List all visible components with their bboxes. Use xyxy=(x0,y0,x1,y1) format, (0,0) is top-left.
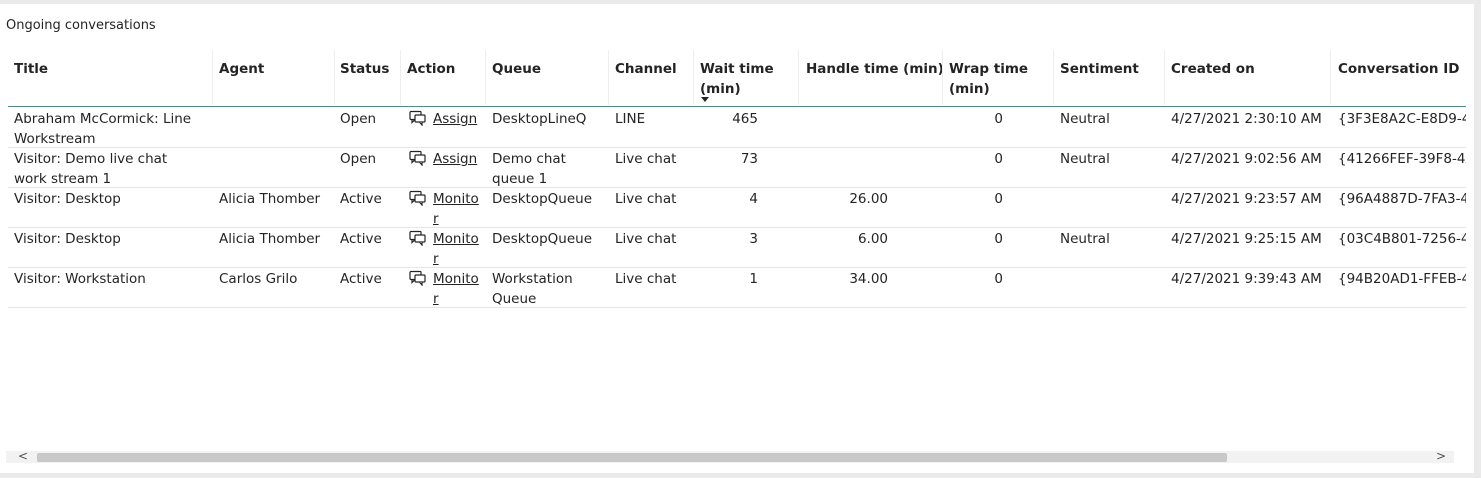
ongoing-conversations-panel: Ongoing conversations Title Agent Status… xyxy=(0,4,1474,473)
column-header-handle-time[interactable]: Handle time (min) xyxy=(806,59,944,79)
cell-created: 4/27/2021 9:23:57 AM xyxy=(1171,191,1322,207)
cell-created: 4/27/2021 2:30:10 AM xyxy=(1171,111,1322,127)
panel-title: Ongoing conversations xyxy=(6,18,156,33)
cell-convid: {41266FEF-39F8-4A3 xyxy=(1338,151,1466,167)
cell-convid: {96A4887D-7FA3-4F xyxy=(1338,191,1466,207)
action-link-monitor[interactable]: Monitor xyxy=(433,189,481,229)
table-row[interactable]: Abraham McCormick: Line Workstream Open De… xyxy=(8,107,1466,148)
cell-queue: DesktopQueue xyxy=(492,231,593,247)
column-divider xyxy=(1053,50,1054,105)
cell-handle: 34.00 xyxy=(849,271,888,287)
column-header-status[interactable]: Status xyxy=(340,59,389,79)
table-header: Title Agent Status Action Queue Channel … xyxy=(8,50,1466,107)
column-divider xyxy=(1330,50,1331,105)
cell-status: Active xyxy=(340,231,382,247)
cell-sentiment: Neutral xyxy=(1060,111,1110,127)
cell-convid: {3F3E8A2C-E8D9-47 xyxy=(1338,111,1466,127)
scrollbar-thumb[interactable] xyxy=(37,453,1227,462)
cell-handle: 26.00 xyxy=(849,191,888,207)
cell-title: Visitor: Demo live chat work stream 1 xyxy=(14,151,168,187)
cell-title: Visitor: Workstation xyxy=(14,271,146,287)
conversation-monitor-icon[interactable] xyxy=(409,270,426,287)
cell-convid: {94B20AD1-FFEB-44 xyxy=(1338,271,1466,287)
cell-channel: LINE xyxy=(615,111,646,127)
column-header-conversation-id[interactable]: Conversation ID xyxy=(1338,59,1459,79)
column-header-title[interactable]: Title xyxy=(14,59,48,79)
column-divider xyxy=(942,50,943,105)
column-header-sentiment[interactable]: Sentiment xyxy=(1060,59,1139,79)
column-divider xyxy=(400,50,401,105)
column-divider xyxy=(334,50,335,105)
cell-wrap: 0 xyxy=(994,271,1003,287)
cell-wait: 3 xyxy=(749,231,758,247)
column-header-wrap-time[interactable]: Wrap time (min) xyxy=(949,59,1031,99)
action-link-assign[interactable]: Assign xyxy=(433,149,481,169)
conversation-monitor-icon[interactable] xyxy=(409,150,426,167)
conversation-monitor-icon[interactable] xyxy=(409,190,426,207)
cell-title: Visitor: Desktop xyxy=(14,191,121,207)
cell-wrap: 0 xyxy=(994,111,1003,127)
cell-handle: 6.00 xyxy=(857,231,888,247)
cell-sentiment: Neutral xyxy=(1060,231,1110,247)
column-header-queue[interactable]: Queue xyxy=(492,59,541,79)
sort-descending-icon xyxy=(701,97,709,102)
column-divider xyxy=(798,50,799,105)
cell-channel: Live chat xyxy=(615,231,677,247)
table-row[interactable]: Visitor: Demo live chat work stream 1 Ope… xyxy=(8,147,1466,188)
cell-title: Visitor: Desktop xyxy=(14,231,121,247)
cell-created: 4/27/2021 9:25:15 AM xyxy=(1171,231,1322,247)
cell-status: Open xyxy=(340,111,377,127)
chevron-left-icon[interactable]: < xyxy=(18,449,28,463)
cell-created: 4/27/2021 9:39:43 AM xyxy=(1171,271,1322,287)
cell-wait: 4 xyxy=(749,191,758,207)
cell-agent: Carlos Grilo xyxy=(219,271,298,287)
column-header-action[interactable]: Action xyxy=(407,59,455,79)
cell-status: Active xyxy=(340,191,382,207)
cell-convid: {03C4B801-7256-49 xyxy=(1338,231,1466,247)
column-header-channel[interactable]: Channel xyxy=(615,59,677,79)
cell-agent: Alicia Thomber xyxy=(219,231,321,247)
column-divider xyxy=(1164,50,1165,105)
table-row[interactable]: Visitor: Workstation Carlos Grilo Active Wo… xyxy=(8,267,1466,308)
horizontal-scrollbar[interactable]: < > xyxy=(6,449,1454,463)
chevron-right-icon[interactable]: > xyxy=(1436,449,1446,463)
cell-queue: DesktopQueue xyxy=(492,191,593,207)
column-divider xyxy=(693,50,694,105)
column-header-wait-time[interactable]: Wait time (min) xyxy=(700,59,782,99)
column-divider xyxy=(212,50,213,105)
cell-wait: 465 xyxy=(732,111,758,127)
column-header-created-on[interactable]: Created on xyxy=(1171,59,1255,79)
column-header-agent[interactable]: Agent xyxy=(219,59,264,79)
cell-title: Abraham McCormick: Line Workstream xyxy=(14,111,192,147)
cell-queue: Workstation Queue xyxy=(492,271,573,307)
table-row[interactable]: Visitor: Desktop Alicia Thomber Active Desk… xyxy=(8,227,1466,268)
cell-wrap: 0 xyxy=(994,231,1003,247)
action-link-monitor[interactable]: Monitor xyxy=(433,229,481,269)
cell-status: Active xyxy=(340,271,382,287)
cell-wrap: 0 xyxy=(994,151,1003,167)
cell-wrap: 0 xyxy=(994,191,1003,207)
cell-wait: 73 xyxy=(740,151,758,167)
conversation-monitor-icon[interactable] xyxy=(409,230,426,247)
column-divider xyxy=(485,50,486,105)
cell-channel: Live chat xyxy=(615,151,677,167)
cell-queue: Demo chat queue 1 xyxy=(492,151,566,187)
cell-wait: 1 xyxy=(749,271,758,287)
conversation-monitor-icon[interactable] xyxy=(409,110,426,127)
cell-channel: Live chat xyxy=(615,191,677,207)
conversations-table: Title Agent Status Action Queue Channel … xyxy=(8,50,1466,450)
cell-status: Open xyxy=(340,151,377,167)
action-link-monitor[interactable]: Monitor xyxy=(433,269,481,309)
cell-channel: Live chat xyxy=(615,271,677,287)
cell-created: 4/27/2021 9:02:56 AM xyxy=(1171,151,1322,167)
table-row[interactable]: Visitor: Desktop Alicia Thomber Active Desk… xyxy=(8,187,1466,228)
column-divider xyxy=(608,50,609,105)
cell-queue: DesktopLineQ xyxy=(492,111,587,127)
cell-agent: Alicia Thomber xyxy=(219,191,321,207)
action-link-assign[interactable]: Assign xyxy=(433,109,481,129)
cell-sentiment: Neutral xyxy=(1060,151,1110,167)
